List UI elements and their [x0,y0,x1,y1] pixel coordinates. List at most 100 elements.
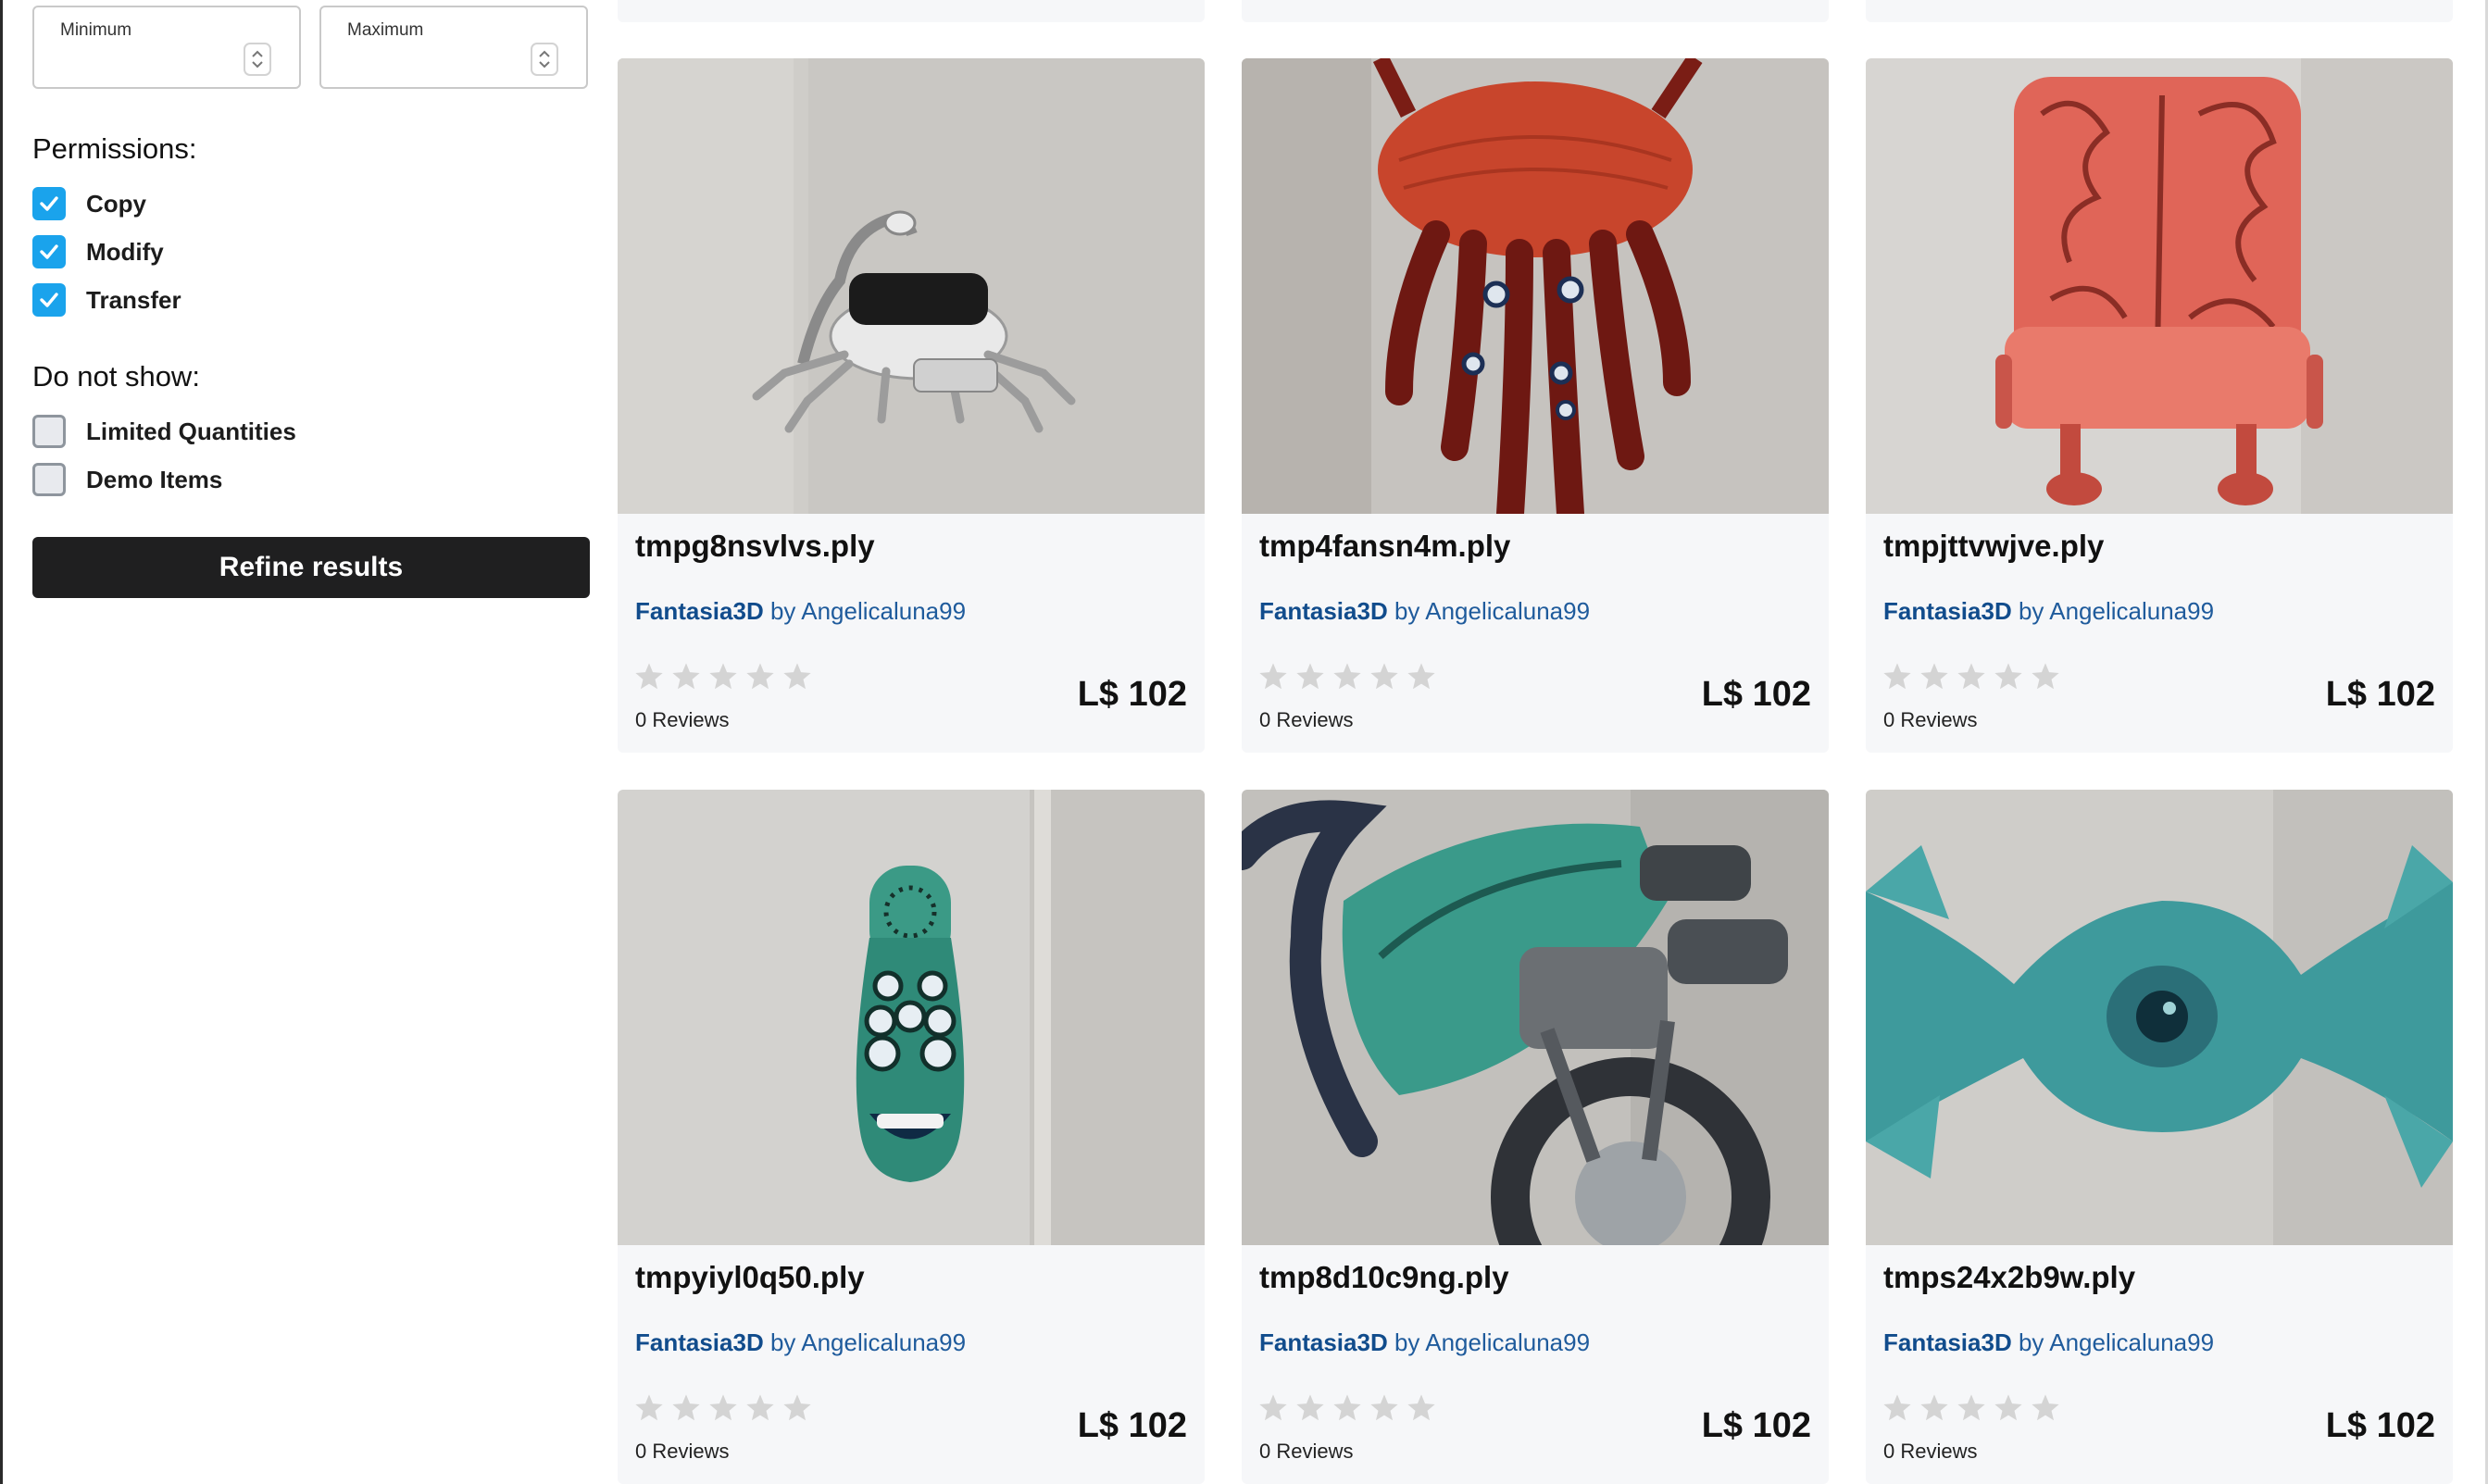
max-price-field[interactable]: Maximum [319,6,588,89]
product-byline: Fantasia3D by Angelicaluna99 [1259,597,1590,626]
product-card[interactable]: tmpjttvwjve.ply Fantasia3D by Angelicalu… [1866,58,2453,753]
product-price: L$ 102 [1701,1406,1811,1445]
product-byline: Fantasia3D by Angelicaluna99 [635,597,966,626]
review-count[interactable]: 0 Reviews [635,708,729,732]
product-card[interactable]: tmps24x2b9w.ply Fantasia3D by Angelicalu… [1866,790,2453,1484]
star-icon [783,1394,811,1421]
limited-quantities-checkbox[interactable] [32,415,66,448]
max-price-stepper[interactable] [531,43,558,76]
product-card[interactable]: tmp4fansn4m.ply Fantasia3D by Angelicalu… [1242,58,1829,753]
checkmark-icon [40,244,58,259]
limited-quantities-option[interactable]: Limited Quantities [32,414,296,449]
product-thumbnail[interactable] [1242,58,1829,514]
review-count[interactable]: 0 Reviews [1259,1440,1353,1464]
min-price-field[interactable]: Minimum [32,6,301,89]
rating-stars [633,662,819,692]
product-thumbnail[interactable] [1242,790,1829,1245]
store-link[interactable]: Fantasia3D [1883,597,2012,625]
max-price-label: Maximum [347,20,424,40]
checkmark-icon [40,293,58,307]
window-left-border [0,0,3,1484]
min-price-input[interactable] [58,46,247,80]
star-icon [1370,1394,1398,1421]
star-icon [1994,663,2022,690]
star-icon [1407,663,1435,690]
star-icon [672,663,700,690]
star-icon [1994,1394,2022,1421]
price-range: Minimum Maximum [32,6,590,91]
store-link[interactable]: Fantasia3D [635,597,764,625]
store-link[interactable]: Fantasia3D [1259,1328,1388,1356]
product-card-partial[interactable] [1866,0,2453,22]
modify-checkbox[interactable] [32,235,66,268]
star-icon [1883,1394,1911,1421]
product-card[interactable]: tmpg8nsvlvs.ply Fantasia3D by Angelicalu… [618,58,1205,753]
product-title[interactable]: tmp4fansn4m.ply [1259,529,1510,564]
product-card-partial[interactable] [618,0,1205,22]
creator-link[interactable]: Angelicaluna99 [801,1328,966,1356]
product-byline: Fantasia3D by Angelicaluna99 [635,1328,966,1357]
product-thumbnail[interactable] [1866,58,2453,514]
demo-items-label: Demo Items [86,465,223,493]
review-count[interactable]: 0 Reviews [635,1440,729,1464]
star-icon [746,663,774,690]
max-price-input[interactable] [345,46,534,80]
star-icon [709,1394,737,1421]
by-text: by [1394,597,1420,625]
review-count[interactable]: 0 Reviews [1883,708,1977,732]
permissions-heading: Permissions: [32,132,197,165]
permission-transfer-option[interactable]: Transfer [32,282,181,318]
teal-eye-candy-icon [1866,790,2453,1245]
product-thumbnail[interactable] [1866,790,2453,1245]
star-icon [783,663,811,690]
store-link[interactable]: Fantasia3D [1883,1328,2012,1356]
star-icon [635,663,663,690]
by-text: by [769,1328,796,1356]
rating-stars [1257,1393,1443,1423]
product-byline: Fantasia3D by Angelicaluna99 [1883,597,2214,626]
transfer-checkbox[interactable] [32,283,66,317]
star-icon [1370,663,1398,690]
creator-link[interactable]: Angelicaluna99 [1425,597,1590,625]
product-title[interactable]: tmpjttvwjve.ply [1883,529,2104,564]
product-title[interactable]: tmps24x2b9w.ply [1883,1260,2135,1295]
creator-link[interactable]: Angelicaluna99 [801,597,966,625]
permission-modify-option[interactable]: Modify [32,234,164,269]
star-icon [1957,663,1985,690]
permission-copy-option[interactable]: Copy [32,186,146,221]
product-thumbnail[interactable] [618,790,1205,1245]
star-icon [1920,663,1948,690]
product-title[interactable]: tmpg8nsvlvs.ply [635,529,875,564]
store-link[interactable]: Fantasia3D [1259,597,1388,625]
product-card-partial[interactable] [1242,0,1829,22]
creator-link[interactable]: Angelicaluna99 [1425,1328,1590,1356]
teal-motorbike-icon [1242,790,1829,1245]
rating-stars [1882,1393,2067,1423]
creator-link[interactable]: Angelicaluna99 [2049,597,2214,625]
star-icon [1296,1394,1324,1421]
demo-items-option[interactable]: Demo Items [32,462,222,497]
red-tentacle-creature-icon [1242,58,1829,514]
product-card[interactable]: tmp8d10c9ng.ply Fantasia3D by Angelicalu… [1242,790,1829,1484]
review-count[interactable]: 0 Reviews [1883,1440,1977,1464]
product-price: L$ 102 [2325,675,2435,714]
product-title[interactable]: tmp8d10c9ng.ply [1259,1260,1509,1295]
product-thumbnail[interactable] [618,58,1205,514]
star-icon [1259,1394,1287,1421]
review-count[interactable]: 0 Reviews [1259,708,1353,732]
star-icon [2032,663,2059,690]
product-price: L$ 102 [2325,1406,2435,1445]
product-title[interactable]: tmpyiyl0q50.ply [635,1260,865,1295]
refine-results-button[interactable]: Refine results [32,537,590,598]
copy-checkbox[interactable] [32,187,66,220]
by-text: by [769,597,796,625]
store-link[interactable]: Fantasia3D [635,1328,764,1356]
creator-link[interactable]: Angelicaluna99 [2049,1328,2214,1356]
modify-label: Modify [86,237,164,266]
rating-stars [633,1393,819,1423]
stepper-arrows-icon [539,50,550,69]
star-icon [1333,663,1361,690]
product-card[interactable]: tmpyiyl0q50.ply Fantasia3D by Angelicalu… [618,790,1205,1484]
min-price-stepper[interactable] [244,43,271,76]
demo-items-checkbox[interactable] [32,463,66,496]
